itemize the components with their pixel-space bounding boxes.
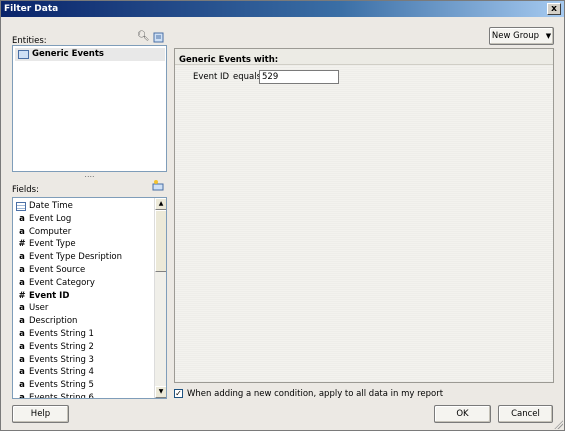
splitter-handle[interactable]: .... [12, 171, 167, 179]
window-title: Filter Data [4, 4, 59, 14]
apply-all-label: When adding a new condition, apply to al… [187, 389, 444, 399]
field-item[interactable]: a Event Type Desription [15, 251, 153, 264]
field-item-label: Computer [29, 226, 72, 237]
filter-data-dialog: Filter Data x Entities: 🔍︎ Generic Event… [0, 0, 565, 431]
resize-grip-icon[interactable] [553, 419, 563, 429]
entities-list[interactable]: Generic Events [12, 45, 167, 172]
apply-all-checkbox[interactable]: ✓ [174, 389, 183, 398]
field-item-label: Event ID [29, 290, 70, 301]
field-item[interactable]: a Event Log [15, 213, 153, 226]
text-type-icon: a [19, 252, 25, 263]
title-bar[interactable]: Filter Data x [1, 1, 564, 17]
calendar-icon [16, 202, 26, 211]
field-item[interactable]: a Events String 6 [15, 392, 153, 399]
field-item[interactable]: # Event ID [15, 290, 153, 303]
field-item[interactable]: a Events String 1 [15, 328, 153, 341]
field-item[interactable]: a Event Category [15, 277, 153, 290]
ok-button[interactable]: OK [434, 405, 491, 423]
field-item[interactable]: a Events String 2 [15, 341, 153, 354]
filter-panel: Generic Events with: Event ID equals [174, 48, 554, 383]
field-item-label: Event Type Desription [29, 252, 123, 263]
field-item[interactable]: a Computer [15, 226, 153, 239]
field-item-label: Event Source [29, 265, 86, 275]
new-group-label: New Group [491, 31, 540, 41]
scroll-down-button[interactable]: ▼ [155, 386, 166, 398]
field-item-label: Event Type [29, 239, 76, 250]
field-item[interactable]: a Events String 3 [15, 354, 153, 367]
field-item-label: User [29, 303, 49, 314]
conditions-area[interactable]: Event ID equals [175, 65, 553, 382]
text-type-icon: a [19, 213, 25, 224]
field-item-label: Events String 1 [29, 329, 94, 339]
text-type-icon: a [19, 265, 25, 275]
fields-label: Fields: [12, 185, 39, 195]
condition-operator[interactable]: equals [233, 72, 261, 82]
field-item-label: Events String 4 [29, 367, 94, 378]
scroll-thumb[interactable] [155, 210, 166, 272]
field-item[interactable]: a Events String 4 [15, 366, 153, 379]
entity-item-label: Generic Events [32, 49, 104, 59]
close-button[interactable]: x [547, 3, 561, 15]
scroll-up-button[interactable]: ▲ [155, 198, 166, 210]
field-item-label: Events String 2 [29, 341, 94, 352]
add-entity-icon[interactable] [153, 31, 165, 43]
cancel-button[interactable]: Cancel [498, 405, 553, 423]
field-item[interactable]: # Event Type [15, 238, 153, 251]
number-type-icon: # [18, 290, 26, 301]
fields-list[interactable]: Date Time a Event Log a Computer # Event Type a… [12, 197, 167, 399]
add-field-icon[interactable] [152, 179, 164, 191]
text-type-icon: a [19, 316, 25, 327]
text-type-icon: a [19, 354, 25, 365]
text-type-icon: a [19, 277, 25, 288]
text-type-icon: a [19, 226, 25, 237]
field-item[interactable]: a Event Source [15, 264, 153, 277]
field-item-label: Event Log [29, 213, 72, 224]
field-item[interactable]: a User [15, 302, 153, 315]
field-item-label: Events String 6 [29, 393, 94, 399]
checkmark-icon: ✓ [175, 389, 182, 398]
field-item-label: Date Time [29, 201, 73, 211]
field-item-label: Event Category [29, 277, 95, 288]
chevron-down-icon: ▼ [545, 32, 552, 40]
field-item[interactable]: a Description [15, 315, 153, 328]
text-type-icon: a [19, 329, 25, 339]
text-type-icon: a [19, 303, 25, 314]
condition-field[interactable]: Event ID [193, 72, 229, 82]
find-entity-icon[interactable]: 🔍︎ [137, 31, 150, 43]
number-type-icon: # [18, 239, 26, 250]
new-group-button[interactable]: New Group ▼ [489, 27, 554, 45]
field-item-label: Description [29, 316, 78, 327]
field-item[interactable]: a Events String 5 [15, 379, 153, 392]
text-type-icon: a [19, 367, 25, 378]
text-type-icon: a [19, 341, 25, 352]
entity-item-generic-events[interactable]: Generic Events [15, 48, 165, 61]
field-item[interactable]: Date Time [15, 200, 153, 213]
help-button[interactable]: Help [12, 405, 69, 423]
fields-scrollbar[interactable]: ▲ ▼ [154, 198, 166, 398]
panel-title: Generic Events with: [179, 55, 279, 65]
field-item-label: Events String 3 [29, 354, 94, 365]
text-type-icon: a [19, 380, 25, 391]
panel-header: Generic Events with: [175, 49, 553, 65]
condition-value-input[interactable] [259, 70, 339, 84]
field-item-label: Events String 5 [29, 380, 94, 391]
text-type-icon: a [19, 393, 25, 399]
table-icon [18, 50, 29, 59]
